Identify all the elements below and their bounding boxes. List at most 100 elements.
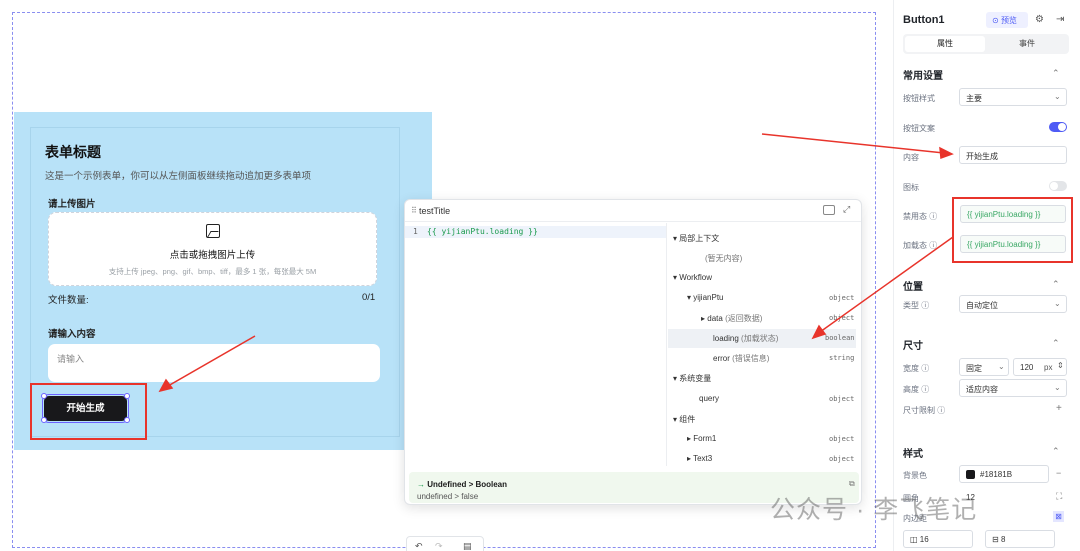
loading-label: 加载态 ⓘ: [903, 241, 938, 250]
resize-handle[interactable]: [41, 393, 47, 399]
chevron-up-icon[interactable]: ⌃: [1052, 338, 1060, 349]
section-style: 样式: [903, 449, 923, 460]
redo-icon[interactable]: ↷: [435, 541, 443, 551]
tree-node-text3[interactable]: ▸ Text3: [687, 454, 712, 463]
image-icon: [206, 224, 220, 238]
panel-toggle-icon[interactable]: [823, 205, 835, 215]
app-window: 表单标题 这是一个示例表单，你可以从左侧面板继续拖动追加更多表单项 请上传图片 …: [0, 0, 1080, 551]
info-icon: ⓘ: [937, 406, 946, 415]
file-count-value: 0/1: [362, 292, 376, 303]
drag-handle-icon[interactable]: ⠿: [411, 206, 417, 215]
content-textarea[interactable]: 请输入: [48, 344, 380, 382]
info-icon: ⓘ: [929, 212, 938, 221]
image-upload-dropzone[interactable]: 点击或拖拽图片上传 支持上传 jpeg、png、gif、bmp、tiff，最多 …: [48, 212, 377, 286]
info-icon: ⓘ: [921, 301, 930, 310]
line-number: 1: [413, 227, 418, 236]
tree-node-data[interactable]: ▸ data (返回数据): [701, 313, 762, 324]
tree-node-query[interactable]: query: [699, 394, 719, 403]
tree-node-form1[interactable]: ▸ Form1: [687, 434, 716, 443]
tab-bar: 属性 事件: [903, 34, 1069, 54]
upload-hint: 支持上传 jpeg、png、gif、bmp、tiff，最多 1 张，每张最大 5…: [108, 267, 317, 276]
content-input[interactable]: 开始生成: [959, 146, 1067, 164]
expand-icon[interactable]: ⤢: [843, 204, 850, 215]
tree-type: boolean: [825, 334, 855, 342]
code-editor[interactable]: 1 {{ yijianPtu.loading }}: [405, 223, 667, 466]
form-description: 这是一个示例表单，你可以从左侧面板继续拖动追加更多表单项: [45, 171, 312, 182]
icon-toggle[interactable]: [1049, 181, 1067, 191]
size-limit-label: 尺寸限制 ⓘ: [903, 406, 946, 415]
settings-icon[interactable]: ⚙: [1035, 14, 1044, 25]
info-icon: ⓘ: [929, 241, 938, 250]
chevron-down-icon: ⌄: [998, 362, 1005, 371]
resize-handle[interactable]: [41, 417, 47, 423]
start-generate-button[interactable]: 开始生成: [42, 394, 129, 423]
padding-mode-icon[interactable]: ⊠: [1053, 511, 1064, 522]
padding-v-icon: ⊟: [992, 535, 1001, 544]
btn-style-select[interactable]: 主要: [959, 88, 1067, 106]
tree-node-empty: (暂无内容): [705, 254, 743, 263]
chevron-up-icon[interactable]: ⌃: [1052, 446, 1060, 457]
history-toolbar: ↶ ↷ ▤: [406, 536, 484, 551]
tab-events[interactable]: 事件: [987, 36, 1067, 52]
stepper-icon[interactable]: ⇕: [1057, 361, 1064, 370]
tree-type: object: [829, 435, 855, 443]
tree-node-workflow[interactable]: ▾ Workflow: [673, 273, 712, 282]
remove-icon[interactable]: −: [1056, 468, 1061, 478]
resize-handle[interactable]: [124, 393, 130, 399]
tab-properties[interactable]: 属性: [905, 36, 985, 52]
padding-vertical-input[interactable]: ⊟ 8: [985, 530, 1055, 548]
btn-text-toggle[interactable]: [1049, 122, 1067, 132]
height-select[interactable]: 适应内容: [959, 379, 1067, 397]
document-icon[interactable]: ▤: [463, 541, 472, 551]
textarea-placeholder: 请输入: [57, 354, 85, 364]
tree-type: object: [829, 294, 855, 302]
bg-color-label: 背景色: [903, 471, 927, 480]
input-label: 请输入内容: [48, 329, 96, 340]
color-swatch: [966, 470, 975, 479]
arrow-right-icon: →: [417, 480, 428, 489]
chevron-up-icon[interactable]: ⌃: [1052, 279, 1060, 290]
tree-node-loading[interactable]: loading (加载状态): [713, 333, 778, 344]
width-unit: px: [1044, 363, 1053, 372]
section-size: 尺寸: [903, 341, 923, 352]
add-icon[interactable]: +: [1056, 403, 1062, 414]
play-icon: ⊙: [992, 16, 1001, 25]
expression-editor-popup[interactable]: ⠿ testTitle ⤢ 1 {{ yijianPtu.loading }} …: [404, 199, 862, 505]
height-label: 高度 ⓘ: [903, 385, 930, 394]
btn-style-label: 按钮样式: [903, 94, 935, 103]
tree-node-error[interactable]: error (错误信息): [713, 353, 769, 364]
undo-icon[interactable]: ↶: [415, 541, 423, 551]
content-label: 内容: [903, 153, 919, 162]
btn-text-label: 按钮文案: [903, 124, 935, 133]
popup-header: ⠿ testTitle ⤢: [405, 200, 861, 222]
type-label: 类型 ⓘ: [903, 301, 930, 310]
section-position: 位置: [903, 282, 923, 293]
chevron-down-icon: ⌄: [1054, 92, 1061, 101]
tree-node-yijianptu[interactable]: ▾ yijianPtu: [687, 293, 724, 302]
highlight-box-expressions: [952, 197, 1073, 263]
properties-panel: Button1 ⊙ 预览 ⚙ ⇥ 属性 事件 常用设置 ⌃ 按钮样式 主要 ⌄ …: [893, 0, 1080, 551]
tree-node-system-vars[interactable]: ▾ 系统变量: [673, 373, 711, 384]
bg-color-input[interactable]: #18181B: [959, 465, 1049, 483]
chevron-up-icon[interactable]: ⌃: [1052, 68, 1060, 79]
tree-node-local-context[interactable]: ▾ 局部上下文: [673, 233, 719, 244]
upload-label: 请上传图片: [48, 199, 96, 210]
component-name: Button1: [903, 14, 945, 26]
width-label: 宽度 ⓘ: [903, 364, 930, 373]
resize-handle[interactable]: [124, 417, 130, 423]
tree-node-components[interactable]: ▾ 组件: [673, 414, 695, 425]
watermark: 公众号 · 李飞笔记: [770, 496, 978, 524]
preview-button[interactable]: ⊙ 预览: [986, 12, 1028, 28]
copy-icon[interactable]: ⧉: [849, 479, 855, 489]
collapse-panel-icon[interactable]: ⇥: [1056, 14, 1064, 25]
type-select[interactable]: 自动定位: [959, 295, 1067, 313]
tree-type: string: [829, 354, 855, 362]
disabled-label: 禁用态 ⓘ: [903, 212, 938, 221]
popup-title: testTitle: [419, 206, 451, 216]
form-title: 表单标题: [45, 144, 101, 160]
icon-label: 图标: [903, 183, 919, 192]
code-text[interactable]: {{ yijianPtu.loading }}: [427, 227, 538, 236]
upload-text: 点击或拖拽图片上传: [169, 250, 256, 261]
padding-horizontal-input[interactable]: ◫ 16: [903, 530, 973, 548]
corners-icon[interactable]: ⛶: [1056, 491, 1062, 502]
